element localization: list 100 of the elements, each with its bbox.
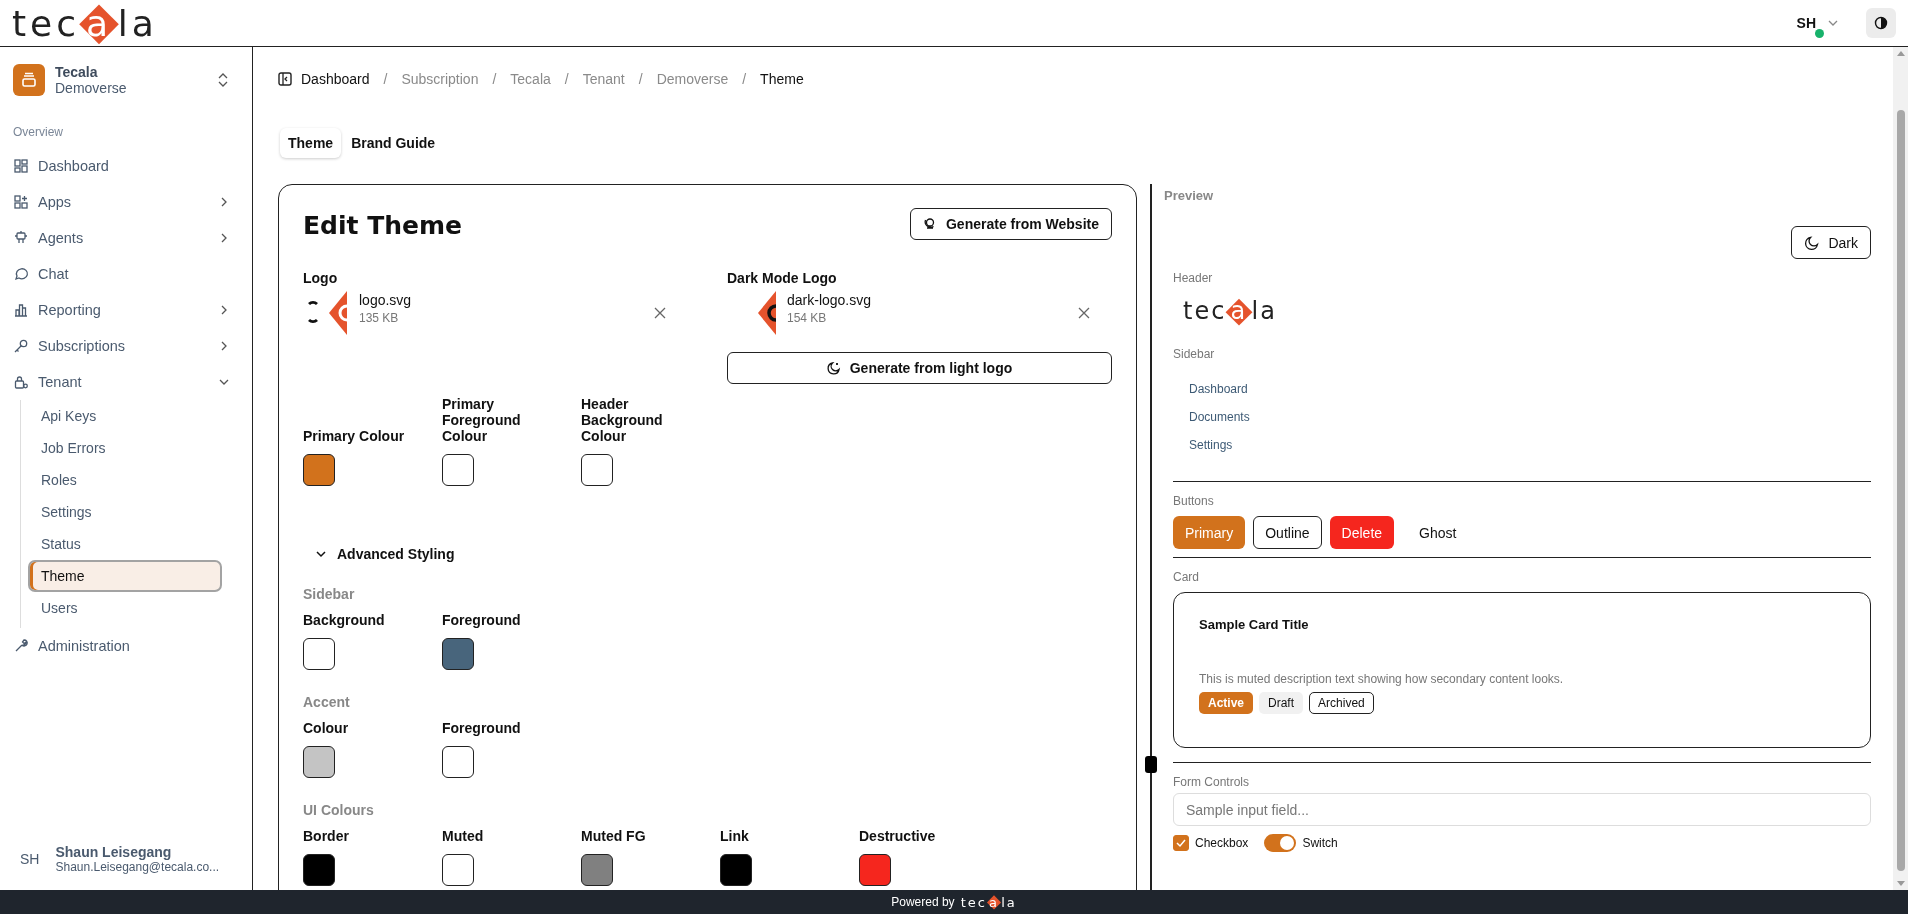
sidebar-subitem[interactable]: Theme	[28, 560, 222, 592]
section-label: Form Controls	[1173, 775, 1250, 789]
status-badge: Active	[1199, 692, 1254, 714]
wrench-icon	[13, 638, 29, 654]
organization-subtitle: Demoverse	[55, 80, 128, 96]
field-label: Primary Foreground Colour	[442, 396, 522, 444]
sidebar-item[interactable]: Dashboard	[1189, 375, 1871, 403]
sidebar-item[interactable]: Apps	[13, 184, 252, 220]
sidebar-toggle-icon[interactable]	[278, 72, 292, 86]
chat-icon	[13, 266, 29, 282]
destructive-button[interactable]: Delete	[1329, 516, 1395, 549]
sidebar-item[interactable]: Reporting	[13, 292, 252, 328]
sidebar-item[interactable]: Agents	[13, 220, 252, 256]
input-field[interactable]: Sample input field...	[1173, 793, 1871, 826]
sidebar-item[interactable]: Chat	[13, 256, 252, 292]
dark-mode-button[interactable]: Dark	[1791, 226, 1871, 259]
tab[interactable]: Brand Guide	[343, 128, 444, 158]
field-label: Foreground	[442, 720, 522, 736]
sidebar-subitem[interactable]: Roles	[28, 464, 222, 496]
close-icon[interactable]	[654, 307, 666, 319]
checkbox-label: Checkbox	[1195, 836, 1249, 850]
field-label: Primary Colour	[303, 428, 406, 444]
outline-button[interactable]: Outline	[1253, 516, 1322, 549]
breadcrumb-link[interactable]: Subscription	[401, 71, 479, 87]
sidebar-section-label: Overview	[12, 124, 64, 141]
breadcrumb-separator: /	[638, 71, 643, 87]
colour-swatch[interactable]	[303, 638, 335, 670]
field-label: Colour	[303, 720, 350, 736]
section-label: Header	[1173, 271, 1214, 285]
sidebar-subitem[interactable]: Api Keys	[28, 400, 222, 432]
breadcrumb-separator: /	[742, 71, 747, 87]
sidebar-subitem[interactable]: Job Errors	[28, 432, 222, 464]
user-name: Shaun Leisegang	[55, 844, 173, 860]
sidebar-item[interactable]: Dashboard	[13, 148, 252, 184]
key-icon	[13, 338, 29, 354]
file-name: dark-logo.svg	[787, 291, 873, 308]
field-label: Border	[303, 828, 350, 844]
file-name: logo.svg	[359, 291, 413, 308]
colour-swatch[interactable]	[303, 854, 335, 886]
checkmark-icon	[1175, 837, 1187, 849]
sidebar-subitem[interactable]: Users	[28, 592, 222, 624]
switch-label: Switch	[1302, 836, 1338, 850]
chevron-up-down-icon[interactable]	[218, 72, 228, 88]
chart-icon	[13, 302, 29, 318]
ghost-button[interactable]: Ghost	[1402, 516, 1474, 549]
dark-logo-thumbnail	[757, 290, 777, 336]
colour-swatch[interactable]	[303, 746, 335, 778]
sidebar-item[interactable]: Administration	[13, 628, 252, 664]
colour-swatch[interactable]	[581, 854, 613, 886]
field-label: Muted	[442, 828, 485, 844]
close-icon[interactable]	[1078, 307, 1090, 319]
user-avatar[interactable]: SH	[1796, 15, 1816, 31]
tab[interactable]: Theme	[280, 128, 342, 158]
colour-swatch[interactable]	[720, 854, 752, 886]
scrollbar[interactable]	[1893, 47, 1908, 890]
colour-swatch[interactable]	[303, 454, 335, 486]
lock-icon	[13, 374, 29, 390]
generate-from-light-logo-button[interactable]: Generate from light logo	[727, 352, 1112, 384]
status-badge: Draft	[1259, 692, 1304, 714]
resize-handle[interactable]	[1145, 756, 1157, 773]
field-label: Foreground	[442, 612, 522, 628]
organization-icon	[13, 64, 45, 96]
field-label: Header Background Colour	[581, 396, 664, 444]
section-label: Buttons	[1173, 494, 1215, 508]
advanced-styling-toggle[interactable]: Advanced Styling	[303, 546, 455, 562]
breadcrumb-link[interactable]: Demoverse	[656, 71, 729, 87]
user-avatar: SH	[20, 851, 40, 867]
contrast-icon	[1874, 16, 1888, 30]
field-label: Destructive	[859, 828, 937, 844]
colour-swatch[interactable]	[442, 638, 474, 670]
sidebar-item[interactable]: Tenant	[13, 364, 252, 400]
checkbox[interactable]	[1173, 835, 1189, 851]
breadcrumb-separator: /	[383, 71, 388, 87]
file-size: 135 KB	[359, 310, 400, 325]
breadcrumb-link[interactable]: Dashboard	[301, 71, 370, 87]
toggle-switch[interactable]	[1264, 834, 1297, 852]
preview-heading: Preview	[1164, 188, 1215, 203]
breadcrumb-link[interactable]: Tenant	[582, 71, 625, 87]
tecala-logo: tec a la	[12, 2, 158, 44]
sidebar-item[interactable]: Documents	[1189, 403, 1871, 431]
bot-icon	[13, 230, 29, 246]
chevron-down-icon[interactable]	[1828, 20, 1838, 26]
field-label: Background	[303, 612, 386, 628]
colour-swatch[interactable]	[442, 454, 474, 486]
sidebar-item[interactable]: Subscriptions	[13, 328, 252, 364]
sidebar-subitem[interactable]: Settings	[28, 496, 222, 528]
group-heading: Sidebar	[303, 586, 356, 602]
theme-toggle-button[interactable]	[1866, 8, 1896, 38]
colour-swatch[interactable]	[859, 854, 891, 886]
field-label: Logo	[303, 270, 339, 286]
group-heading: Accent	[303, 694, 351, 710]
colour-swatch[interactable]	[581, 454, 613, 486]
generate-from-website-button[interactable]: Generate from Website	[910, 207, 1112, 240]
tecala-logo: tec a la	[960, 894, 1017, 910]
section-label: Sidebar	[1173, 347, 1216, 361]
file-size: 154 KB	[787, 310, 828, 325]
sidebar-subitem[interactable]: Status	[28, 528, 222, 560]
colour-swatch[interactable]	[442, 854, 474, 886]
colour-swatch[interactable]	[442, 746, 474, 778]
sidebar-item[interactable]: Settings	[1189, 431, 1871, 459]
